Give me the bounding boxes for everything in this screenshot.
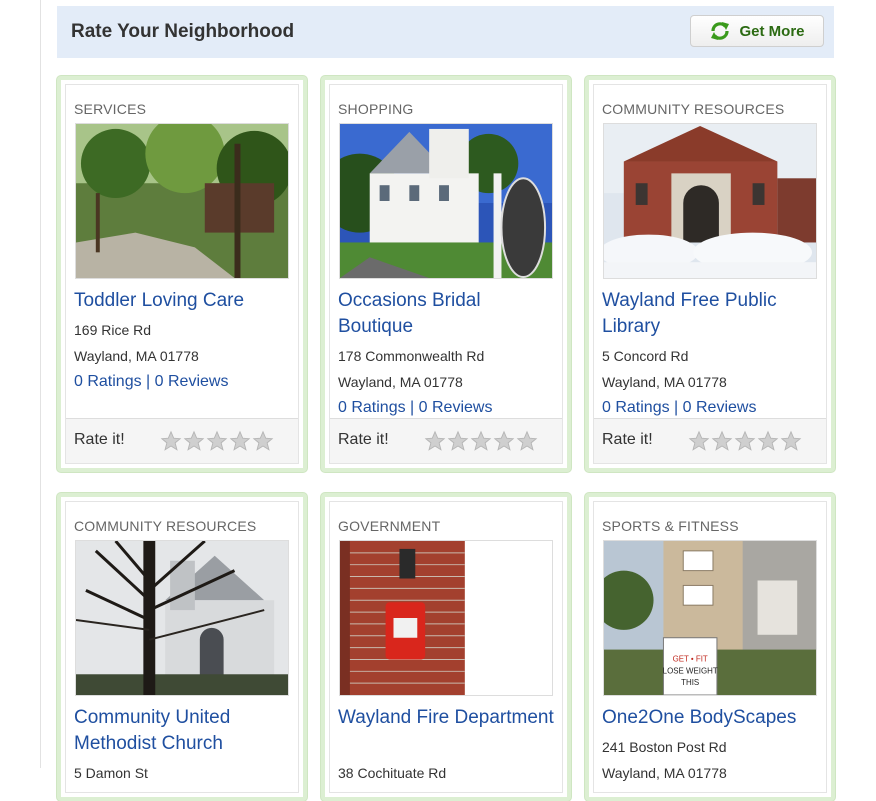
star-icon[interactable] bbox=[424, 430, 446, 452]
listing-name[interactable]: Wayland Fire Department bbox=[338, 705, 558, 731]
address-line-2: Wayland, MA 01778 bbox=[602, 765, 727, 781]
star-rating[interactable] bbox=[424, 430, 538, 452]
rate-label: Rate it! bbox=[602, 431, 653, 448]
ratings-link[interactable]: 0 Ratings bbox=[338, 399, 406, 416]
rate-bar: Rate it! bbox=[594, 418, 826, 463]
reviews-link[interactable]: 0 Reviews bbox=[683, 399, 757, 416]
ratings-link[interactable]: 0 Ratings bbox=[74, 373, 142, 390]
address-line-2: Wayland, MA 01778 bbox=[74, 348, 199, 364]
listing-name[interactable]: Community United Methodist Church bbox=[74, 705, 294, 757]
address-line-1: 169 Rice Rd bbox=[74, 322, 152, 338]
star-icon[interactable] bbox=[688, 430, 710, 452]
listing-card: SHOPPING Occasions Bridal Boutique 178 C… bbox=[321, 76, 571, 472]
link-separator: | bbox=[669, 399, 683, 416]
address-line-1: 5 Concord Rd bbox=[602, 348, 689, 364]
link-separator: | bbox=[405, 399, 419, 416]
ratings-reviews-links: 0 Ratings | 0 Reviews bbox=[74, 373, 228, 391]
reviews-link[interactable]: 0 Reviews bbox=[155, 373, 229, 390]
star-icon[interactable] bbox=[711, 430, 733, 452]
listing-photo[interactable] bbox=[75, 123, 289, 279]
card-category: SERVICES bbox=[74, 101, 147, 117]
sign-line-3: THIS bbox=[681, 678, 699, 687]
rate-bar: Rate it! bbox=[66, 418, 298, 463]
star-icon[interactable] bbox=[206, 430, 228, 452]
card-category: SHOPPING bbox=[338, 101, 414, 117]
listing-card: COMMUNITY RESOURCES Wayland Free Public … bbox=[585, 76, 835, 472]
sign-line-2: LOSE WEIGHT bbox=[663, 666, 718, 675]
rate-bar: Rate it! bbox=[330, 418, 562, 463]
listing-name[interactable]: Toddler Loving Care bbox=[74, 288, 294, 314]
listing-card: COMMUNITY RESOURCES Community United Met… bbox=[57, 493, 307, 801]
star-rating[interactable] bbox=[160, 430, 274, 452]
listing-photo[interactable] bbox=[75, 540, 289, 696]
listing-photo[interactable]: GET • FIT LOSE WEIGHT THIS bbox=[603, 540, 817, 696]
address-line-1: 38 Cochituate Rd bbox=[338, 765, 447, 781]
header-bar: Rate Your Neighborhood Get More bbox=[57, 6, 834, 58]
star-icon[interactable] bbox=[780, 430, 802, 452]
address-line-1: 5 Damon St bbox=[74, 765, 148, 781]
ratings-link[interactable]: 0 Ratings bbox=[602, 399, 670, 416]
card-category: COMMUNITY RESOURCES bbox=[602, 101, 785, 117]
star-icon[interactable] bbox=[183, 430, 205, 452]
star-icon[interactable] bbox=[757, 430, 779, 452]
star-icon[interactable] bbox=[470, 430, 492, 452]
star-icon[interactable] bbox=[160, 430, 182, 452]
refresh-icon bbox=[709, 20, 731, 42]
rate-label: Rate it! bbox=[338, 431, 389, 448]
sign-line-1: GET • FIT bbox=[673, 654, 708, 663]
star-icon[interactable] bbox=[252, 430, 274, 452]
get-more-label: Get More bbox=[739, 22, 805, 40]
ratings-reviews-links: 0 Ratings | 0 Reviews bbox=[338, 399, 492, 417]
listing-name[interactable]: Occasions Bridal Boutique bbox=[338, 288, 558, 340]
star-rating[interactable] bbox=[688, 430, 802, 452]
left-divider bbox=[40, 0, 41, 768]
star-icon[interactable] bbox=[516, 430, 538, 452]
ratings-reviews-links: 0 Ratings | 0 Reviews bbox=[602, 399, 756, 417]
star-icon[interactable] bbox=[734, 430, 756, 452]
listing-photo[interactable] bbox=[339, 123, 553, 279]
star-icon[interactable] bbox=[493, 430, 515, 452]
link-separator: | bbox=[141, 373, 155, 390]
star-icon[interactable] bbox=[229, 430, 251, 452]
listing-card: GOVERNMENT Wayland Fire Department 38 Co… bbox=[321, 493, 571, 801]
address-line-2: Wayland, MA 01778 bbox=[338, 374, 463, 390]
listing-card: SPORTS & FITNESS GET • FIT LOSE WEIGHT T… bbox=[585, 493, 835, 801]
page-title: Rate Your Neighborhood bbox=[71, 21, 295, 42]
card-category: COMMUNITY RESOURCES bbox=[74, 518, 257, 534]
listing-photo[interactable] bbox=[603, 123, 817, 279]
address-line-2: Wayland, MA 01778 bbox=[602, 374, 727, 390]
get-more-button[interactable]: Get More bbox=[690, 15, 824, 47]
listing-card: SERVICES Toddler Loving Care 169 Rice Rd… bbox=[57, 76, 307, 472]
listing-name[interactable]: One2One BodyScapes bbox=[602, 705, 822, 731]
address-line-1: 178 Commonwealth Rd bbox=[338, 348, 485, 364]
listing-photo[interactable] bbox=[339, 540, 553, 696]
star-icon[interactable] bbox=[447, 430, 469, 452]
card-category: SPORTS & FITNESS bbox=[602, 518, 739, 534]
rate-label: Rate it! bbox=[74, 431, 125, 448]
address-line-1: 241 Boston Post Rd bbox=[602, 739, 727, 755]
card-category: GOVERNMENT bbox=[338, 518, 441, 534]
listing-name[interactable]: Wayland Free Public Library bbox=[602, 288, 822, 340]
reviews-link[interactable]: 0 Reviews bbox=[419, 399, 493, 416]
